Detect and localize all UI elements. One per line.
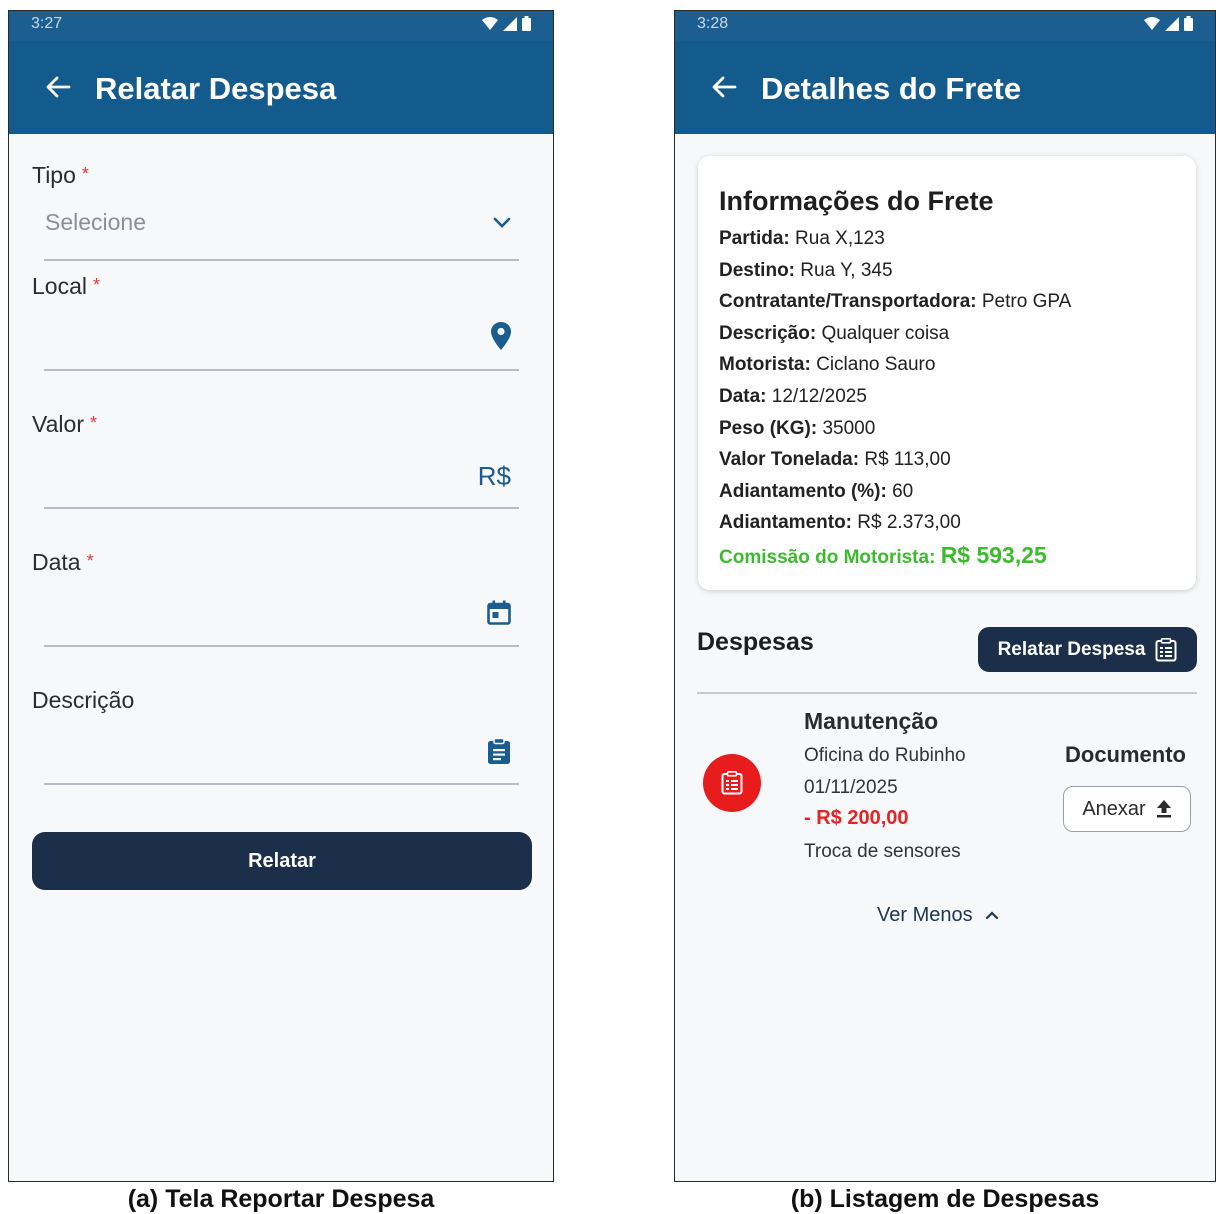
expense-description: Troca de sensores — [804, 841, 961, 862]
valor-label: Valor * — [32, 411, 98, 437]
required-mark: * — [90, 413, 98, 433]
tipo-placeholder: Selecione — [45, 209, 147, 235]
anexar-button[interactable]: Anexar — [1063, 786, 1191, 832]
battery-icon — [522, 16, 531, 31]
clipboard-list-icon — [1155, 637, 1177, 661]
valor-input[interactable] — [44, 449, 519, 505]
descricao-input[interactable] — [44, 725, 519, 781]
info-row-adiantamento-pct: Adiantamento (%): 60 — [719, 481, 914, 502]
clipboard-list-icon — [721, 771, 743, 795]
status-time: 3:28 — [697, 15, 729, 32]
info-row-partida: Partida: Rua X,123 — [719, 228, 885, 249]
info-row-adiantamento: Adiantamento: R$ 2.373,00 — [719, 512, 961, 533]
expense-place: Oficina do Rubinho — [804, 745, 966, 766]
back-arrow-icon[interactable] — [45, 75, 71, 99]
info-row-peso: Peso (KG): 35000 — [719, 418, 876, 439]
app-bar: Relatar Despesa — [9, 41, 553, 134]
expenses-title: Despesas — [697, 628, 814, 656]
expense-date: 01/11/2025 — [804, 777, 898, 798]
page-title: Detalhes do Frete — [761, 71, 1022, 106]
info-row-data: Data: 12/12/2025 — [719, 386, 867, 407]
relatar-button[interactable]: Relatar — [32, 832, 532, 890]
data-input[interactable] — [44, 587, 519, 643]
relatar-despesa-button[interactable]: Relatar Despesa — [978, 627, 1197, 672]
currency-suffix: R$ — [477, 461, 511, 491]
ver-menos-toggle[interactable]: Ver Menos — [877, 904, 999, 927]
info-row-contratante: Contratante/Transportadora: Petro GPA — [719, 291, 1072, 312]
info-row-destino: Destino: Rua Y, 345 — [719, 260, 893, 281]
status-time: 3:27 — [31, 15, 63, 32]
info-row-descricao: Descrição: Qualquer coisa — [719, 323, 950, 344]
chevron-up-icon — [985, 911, 998, 920]
data-underline — [44, 645, 519, 647]
status-bar: 3:27 — [9, 11, 553, 41]
commission-row: Comissão do Motorista: R$ 593,25 — [719, 542, 1047, 568]
local-input[interactable] — [44, 311, 519, 367]
tipo-label: Tipo * — [32, 162, 89, 188]
expense-value: - R$ 200,00 — [804, 807, 909, 829]
descricao-underline — [44, 783, 519, 785]
wifi-icon — [482, 16, 498, 30]
freight-info-card: Informações do Frete Partida: Rua X,123 … — [698, 156, 1196, 590]
document-label: Documento — [1065, 742, 1186, 767]
clipboard-icon[interactable] — [487, 738, 511, 765]
tipo-underline — [44, 259, 519, 261]
location-pin-icon[interactable] — [491, 322, 511, 350]
descricao-label: Descrição — [32, 687, 135, 713]
upload-icon — [1156, 800, 1171, 818]
page-title: Relatar Despesa — [95, 71, 337, 106]
info-row-motorista: Motorista: Ciclano Sauro — [719, 354, 936, 375]
back-arrow-icon[interactable] — [711, 75, 737, 99]
calendar-icon[interactable] — [487, 600, 511, 625]
required-mark: * — [86, 551, 94, 571]
app-bar: Detalhes do Frete — [675, 41, 1215, 134]
screen-relatar-despesa: 3:27 Relatar Despesa Tipo * Selecione Loc… — [8, 10, 554, 1182]
valor-underline — [44, 507, 519, 509]
expenses-divider — [697, 692, 1197, 694]
screen-detalhes-frete: 3:28 Detalhes do Frete Informações do Fr… — [674, 10, 1216, 1182]
local-label: Local * — [32, 273, 100, 299]
status-bar: 3:28 — [675, 11, 1215, 41]
signal-icon — [503, 16, 517, 31]
caption-b: (b) Listagem de Despesas — [790, 1185, 1100, 1213]
required-mark: * — [92, 275, 100, 295]
card-title: Informações do Frete — [719, 186, 994, 216]
data-label: Data * — [32, 549, 94, 575]
caption-a: (a) Tela Reportar Despesa — [127, 1185, 435, 1213]
required-mark: * — [81, 164, 89, 184]
wifi-icon — [1144, 16, 1160, 30]
expense-type-icon — [703, 754, 761, 812]
expense-type: Manutenção — [804, 708, 939, 734]
signal-icon — [1165, 16, 1179, 31]
info-row-valor-tonelada: Valor Tonelada: R$ 113,00 — [719, 449, 951, 470]
battery-icon — [1184, 16, 1193, 31]
chevron-down-icon[interactable] — [493, 217, 511, 229]
local-underline — [44, 369, 519, 371]
